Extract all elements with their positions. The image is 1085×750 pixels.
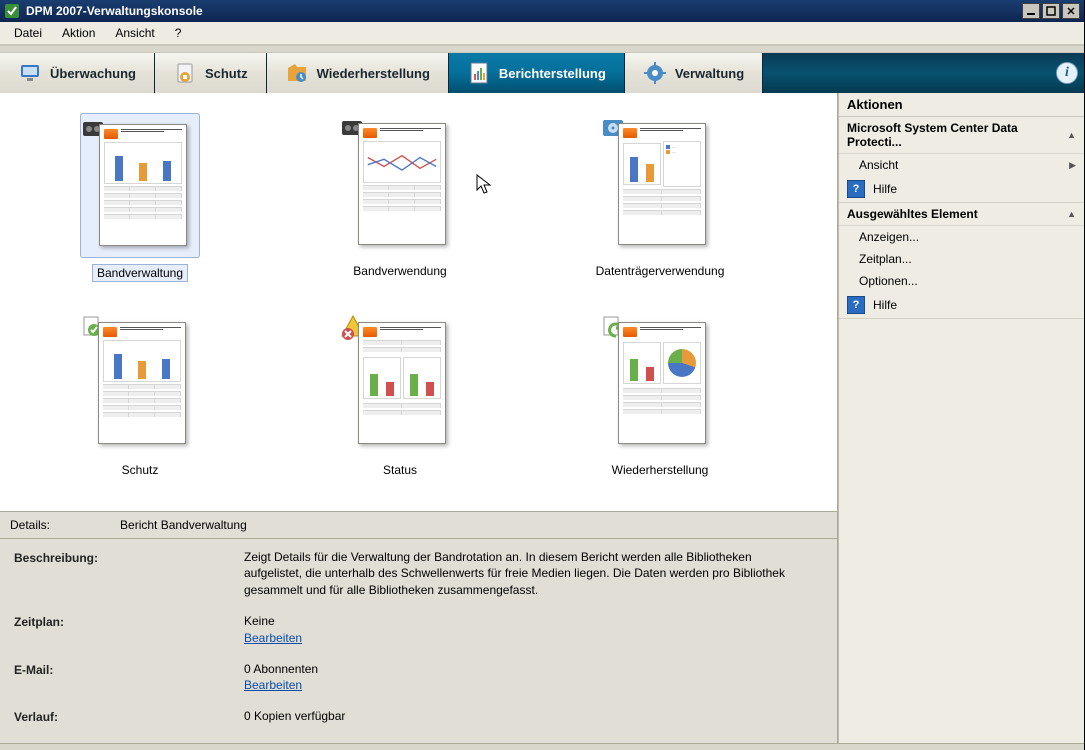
actions-pane: Aktionen Microsoft System Center Data Pr… xyxy=(838,93,1084,743)
action-help-2[interactable]: ? Hilfe xyxy=(839,292,1084,318)
action-label: Optionen... xyxy=(859,274,918,288)
collapse-icon: ▲ xyxy=(1067,130,1076,140)
action-help[interactable]: ? Hilfe xyxy=(839,176,1084,202)
help-icon: ? xyxy=(847,296,865,314)
menu-separator xyxy=(0,45,1084,53)
email-value: 0 Abonnenten xyxy=(244,662,318,676)
action-label: Hilfe xyxy=(873,298,897,312)
report-label: Wiederherstellung xyxy=(612,463,709,477)
report-status[interactable]: Status xyxy=(290,312,510,477)
footer xyxy=(0,743,1084,750)
tab-monitoring[interactable]: Überwachung xyxy=(0,53,155,93)
report-label: Status xyxy=(383,463,417,477)
report-recovery[interactable]: Wiederherstellung xyxy=(550,312,770,477)
email-edit-link[interactable]: Bearbeiten xyxy=(244,678,302,692)
app-icon xyxy=(4,3,20,19)
menu-file[interactable]: Datei xyxy=(6,24,50,42)
tab-management[interactable]: Verwaltung xyxy=(625,53,763,93)
tab-label: Verwaltung xyxy=(675,66,744,81)
schedule-value: Keine xyxy=(244,614,275,628)
details-panel: Beschreibung: Zeigt Details für die Verw… xyxy=(0,538,837,743)
close-button[interactable] xyxy=(1062,3,1080,19)
window-title: DPM 2007-Verwaltungskonsole xyxy=(26,4,1022,18)
schedule-edit-link[interactable]: Bearbeiten xyxy=(244,631,302,645)
menu-view[interactable]: Ansicht xyxy=(107,24,162,42)
details-summary: Details: Bericht Bandverwaltung xyxy=(0,511,837,538)
report-tape-management[interactable]: Bandverwaltung xyxy=(30,113,250,282)
report-label: Datenträgerverwendung xyxy=(596,264,725,278)
history-value: 0 Kopien verfügbar xyxy=(244,708,804,725)
menu-bar: Datei Aktion Ansicht ? xyxy=(0,22,1084,45)
tab-label: Wiederherstellung xyxy=(317,66,430,81)
email-label: E-Mail: xyxy=(14,661,244,695)
collapse-icon: ▲ xyxy=(1067,209,1076,219)
report-icon xyxy=(467,61,491,85)
details-value: Bericht Bandverwaltung xyxy=(120,518,247,532)
schedule-label: Zeitplan: xyxy=(14,613,244,647)
shield-icon xyxy=(173,61,197,85)
action-label: Zeitplan... xyxy=(859,252,912,266)
action-label: Anzeigen... xyxy=(859,230,919,244)
minimize-button[interactable] xyxy=(1022,3,1040,19)
action-view[interactable]: Ansicht ▶ xyxy=(839,154,1084,176)
report-protection[interactable]: Schutz xyxy=(30,312,250,477)
action-schedule[interactable]: Zeitplan... xyxy=(839,248,1084,270)
title-bar: DPM 2007-Verwaltungskonsole xyxy=(0,0,1084,22)
action-label: Ansicht xyxy=(859,158,898,172)
section-title: Microsoft System Center Data Protecti... xyxy=(847,121,1067,149)
report-label: Bandverwendung xyxy=(353,264,446,278)
help-icon: ? xyxy=(847,180,865,198)
tab-reporting[interactable]: Berichterstellung xyxy=(449,53,625,93)
tab-label: Überwachung xyxy=(50,66,136,81)
recovery-icon xyxy=(285,61,309,85)
action-show[interactable]: Anzeigen... xyxy=(839,226,1084,248)
report-label: Bandverwaltung xyxy=(92,264,188,282)
tab-label: Berichterstellung xyxy=(499,66,606,81)
tab-protection[interactable]: Schutz xyxy=(155,53,267,93)
monitor-icon xyxy=(18,61,42,85)
history-label: Verlauf: xyxy=(14,708,244,725)
tab-recovery[interactable]: Wiederherstellung xyxy=(267,53,449,93)
info-button[interactable]: i xyxy=(1056,62,1078,84)
description-label: Beschreibung: xyxy=(14,549,244,599)
details-label: Details: xyxy=(10,518,50,532)
actions-section-selected[interactable]: Ausgewähltes Element ▲ xyxy=(839,203,1084,226)
report-label: Schutz xyxy=(122,463,159,477)
description-value: Zeigt Details für die Verwaltung der Ban… xyxy=(244,549,804,599)
report-tape-usage[interactable]: Bandverwendung xyxy=(290,113,510,282)
maximize-button[interactable] xyxy=(1042,3,1060,19)
reports-area: Bandverwaltung xyxy=(0,93,837,511)
action-options[interactable]: Optionen... xyxy=(839,270,1084,292)
submenu-arrow-icon: ▶ xyxy=(1069,160,1076,171)
gear-icon xyxy=(643,61,667,85)
report-disk-usage[interactable]: — — Datenträgerverwendung xyxy=(550,113,770,282)
menu-action[interactable]: Aktion xyxy=(54,24,103,42)
tab-label: Schutz xyxy=(205,66,248,81)
actions-section-dpm[interactable]: Microsoft System Center Data Protecti...… xyxy=(839,117,1084,154)
nav-tabs: Überwachung Schutz Wiederherstellung Ber… xyxy=(0,53,1084,93)
actions-title: Aktionen xyxy=(839,93,1084,117)
menu-help[interactable]: ? xyxy=(167,24,190,42)
action-label: Hilfe xyxy=(873,182,897,196)
section-title: Ausgewähltes Element xyxy=(847,207,978,221)
